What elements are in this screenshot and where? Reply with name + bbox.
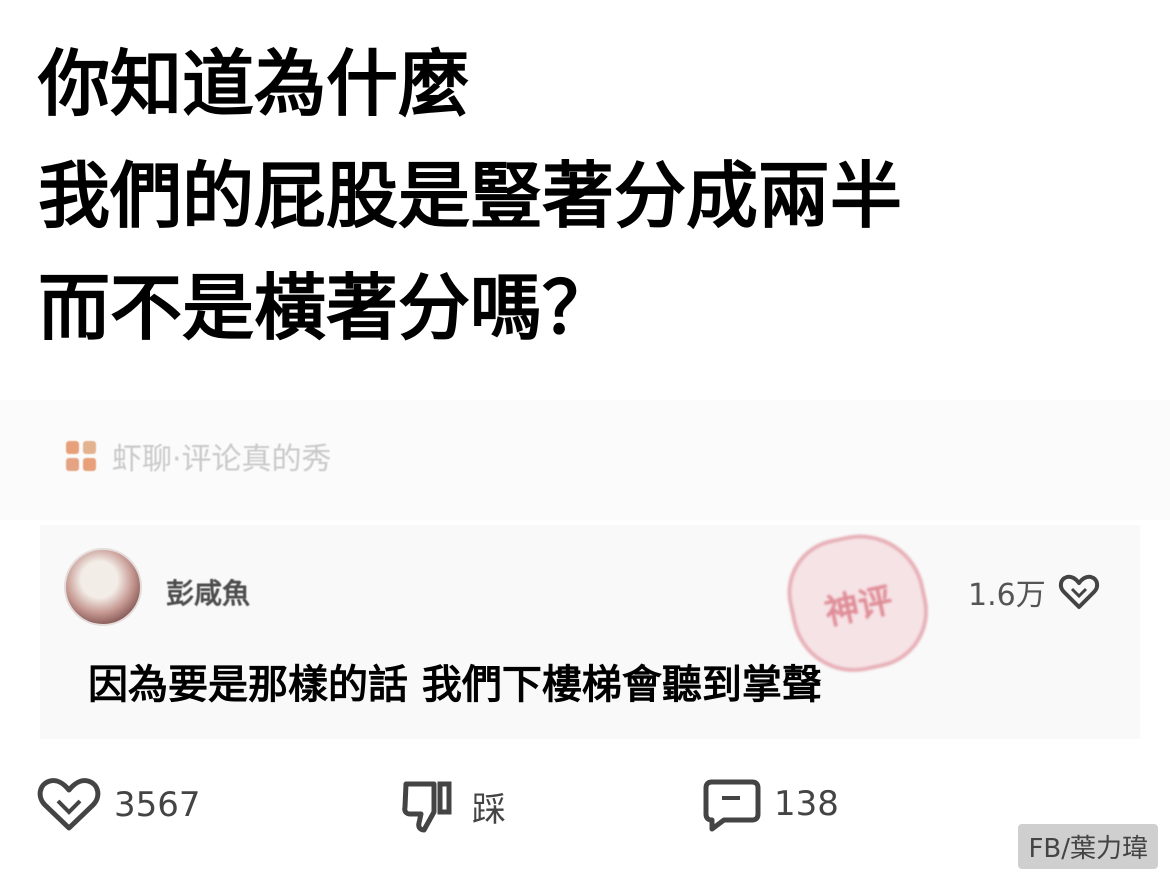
heart-icon [1058,574,1099,609]
stamp-text: 神评 [821,579,897,634]
heart-icon [37,778,101,831]
comment-like-button[interactable]: 1.6万 [968,570,1100,614]
comment-like-count: 1.6万 [968,578,1046,613]
like-button[interactable]: 3567 [36,776,201,834]
reply-button[interactable]: 138 [702,776,839,832]
app-logo-icon [66,441,96,471]
comment-username[interactable]: 彭咸魚 [166,572,250,612]
comment-text: 因為要是那樣的話 我們下樓梯會聽到掌聲 [88,662,822,708]
source-label-text: 虾聊·评论真的秀 [112,442,332,477]
dislike-button[interactable]: 踩 [400,776,506,836]
comment-bubble-icon [703,779,761,832]
watermark: FB/葉力瑋 [1018,824,1158,869]
comment-action-bar: 3567 踩 138 [0,776,1170,836]
question-line-2: 我們的屁股是豎著分成兩半 [38,154,903,238]
question-text: 你知道為什麼 我們的屁股是豎著分成兩半 而不是橫著分嗎？ [38,28,902,364]
dislike-label: 踩 [472,789,506,830]
question-line-1: 你知道為什麼 [38,42,471,126]
like-count: 3567 [114,785,201,825]
avatar[interactable] [64,548,142,626]
question-line-3: 而不是橫著分嗎？ [38,266,615,350]
source-app-label: 虾聊·评论真的秀 [66,434,332,478]
reply-count: 138 [774,784,839,824]
thumbs-down-icon [402,781,452,833]
